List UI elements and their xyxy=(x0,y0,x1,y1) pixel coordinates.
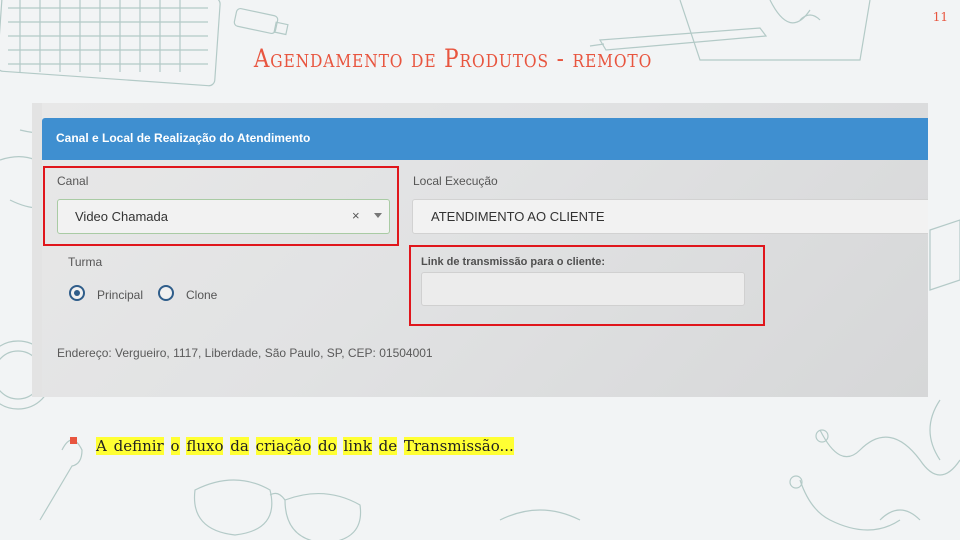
spoon-doodle xyxy=(39,439,83,521)
bullet-word: o xyxy=(170,437,180,455)
canal-highlight-box xyxy=(43,166,399,246)
usb-doodle xyxy=(233,7,289,36)
local-execucao-label: Local Execução xyxy=(413,174,498,188)
bullet-word: A definir xyxy=(96,437,164,455)
turma-label: Turma xyxy=(68,255,103,269)
local-execucao-field[interactable]: ATENDIMENTO AO CLIENTE xyxy=(412,199,928,234)
bullet-word: link xyxy=(343,437,372,455)
radio-clone-label: Clone xyxy=(186,288,218,302)
address-text: Endereço: Vergueiro, 1117, Liberdade, Sã… xyxy=(57,346,433,360)
radio-principal[interactable] xyxy=(69,285,85,301)
panel-title: Canal e Local de Realização do Atendimen… xyxy=(56,131,311,145)
bullet-word: Transmissão... xyxy=(403,437,514,455)
link-highlight-box xyxy=(409,245,765,326)
earphones-doodle xyxy=(799,399,960,531)
radio-clone[interactable] xyxy=(158,285,174,301)
bullet-word: de xyxy=(378,437,398,455)
local-execucao-value: ATENDIMENTO AO CLIENTE xyxy=(431,209,605,224)
phone-doodle xyxy=(929,219,960,291)
bullet-word: da xyxy=(230,437,249,455)
bullet-word: do xyxy=(318,437,337,455)
page-number: 11 xyxy=(932,10,948,24)
radio-principal-label: Principal xyxy=(97,288,144,302)
bullet-marker xyxy=(70,437,77,444)
slide-title: Agendamento de Produtos - remoto xyxy=(253,44,653,73)
bullet-word: criação xyxy=(255,437,312,455)
glasses-doodle xyxy=(193,479,362,540)
bullet-item: A definir o fluxo da criação do link de … xyxy=(96,437,514,455)
bullet-word: fluxo xyxy=(186,437,224,455)
panel-header: Canal e Local de Realização do Atendimen… xyxy=(42,118,928,160)
